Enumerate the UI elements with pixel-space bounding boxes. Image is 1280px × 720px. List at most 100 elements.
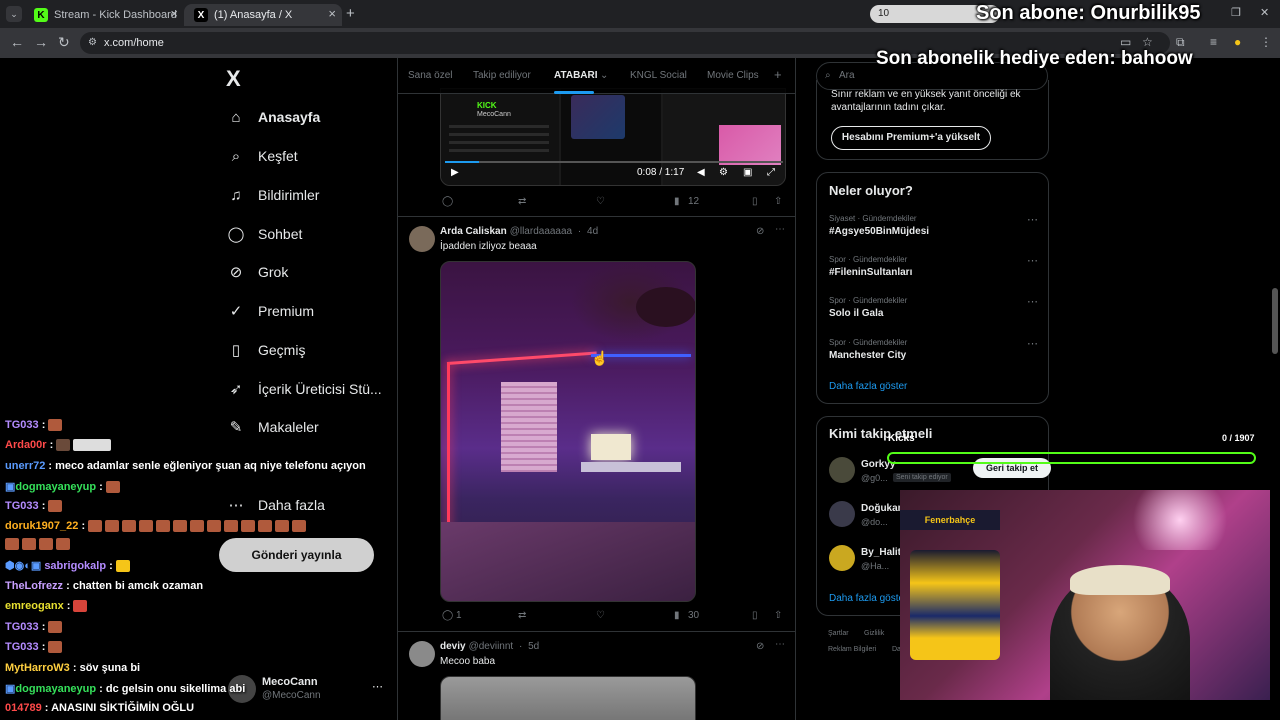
premium-upgrade-button[interactable]: Hesabını Premium+'a yükselt <box>831 126 991 150</box>
scrollbar-thumb[interactable] <box>1272 288 1278 354</box>
tab-x-home[interactable]: X (1) Anasayfa / X × <box>184 4 342 26</box>
cast-icon[interactable]: ▭ <box>1120 35 1131 49</box>
tab-for-you[interactable]: Sana özel <box>408 70 452 81</box>
reply-count: 1 <box>456 610 462 621</box>
video-progress-bar[interactable] <box>445 161 783 163</box>
trend-name[interactable]: #FileninSultanları <box>829 267 912 278</box>
share-icon[interactable]: ⇧ <box>774 196 782 207</box>
back-icon[interactable]: ← <box>10 34 24 50</box>
sidebar-item-notifications[interactable]: ♫ Bildirimler <box>226 180 319 210</box>
volume-icon[interactable]: ◀ <box>697 167 705 178</box>
avatar[interactable] <box>409 641 435 667</box>
suggestion-handle: @do... <box>861 517 888 527</box>
reply-icon[interactable]: ◯ <box>442 196 453 207</box>
emote-icon <box>292 520 307 533</box>
sidebar-item-chat[interactable]: ◯ Sohbet <box>226 219 303 249</box>
retweet-icon[interactable]: ⇄ <box>518 196 526 207</box>
retweet-icon[interactable]: ⇄ <box>518 610 526 621</box>
sidebar-item-grok[interactable]: ⊘ Grok <box>226 257 289 287</box>
tab-search-button[interactable]: ⌄ <box>6 6 22 22</box>
reload-icon[interactable]: ↻ <box>58 34 70 51</box>
more-horizontal-icon[interactable]: ⋯ <box>1027 254 1038 267</box>
home-icon: ⌂ <box>231 108 241 126</box>
views-icon[interactable]: ▮ <box>674 196 680 207</box>
more-horizontal-icon[interactable]: ⋯ <box>1027 337 1038 350</box>
tab-kick-dashboard[interactable]: K Stream - Kick Dashboard × <box>24 4 184 26</box>
tab-atabari[interactable]: ATABARI <box>554 70 598 81</box>
site-info-icon[interactable]: ⚙ <box>88 32 97 54</box>
play-icon[interactable]: ▶ <box>451 167 459 178</box>
emote-icon <box>22 538 36 551</box>
bookmark-star-icon[interactable]: ☆ <box>1142 35 1153 49</box>
restore-window-icon[interactable]: ❐ <box>1231 6 1241 19</box>
chat-user: MytHarroW3 <box>5 662 70 674</box>
sidebar-item-creator-studio[interactable]: ➶ İçerik Üreticisi Stü... <box>226 374 382 404</box>
emote-icon <box>115 560 130 573</box>
menu-icon[interactable]: ⋮ <box>1260 35 1272 49</box>
avatar[interactable] <box>829 457 855 483</box>
chat-message: ▣dogmayaneyup : <box>5 480 123 494</box>
more-horizontal-icon[interactable]: ⋯ <box>1027 295 1038 308</box>
page-scrollbar[interactable] <box>1270 58 1280 720</box>
share-icon[interactable]: ⇧ <box>774 610 782 621</box>
avatar[interactable] <box>829 545 855 571</box>
reading-list-icon[interactable]: ≡ <box>1210 35 1217 49</box>
footer-link[interactable]: Şartlar <box>828 630 849 637</box>
more-horizontal-icon[interactable]: ⋯ <box>1027 213 1038 226</box>
profile-avatar-icon[interactable]: ● <box>1234 35 1241 49</box>
sidebar-item-home[interactable]: ⌂ Anasayfa <box>226 102 320 132</box>
x-favicon-icon: X <box>194 8 208 22</box>
footer-link[interactable]: Reklam Bilgileri <box>828 646 876 653</box>
like-icon[interactable]: ♡ <box>596 196 605 207</box>
chat-message: TG033 : <box>5 621 65 634</box>
tweet-photo[interactable] <box>440 676 696 720</box>
tweet-author[interactable]: Arda Caliskan @llardaaaaaa · 4d <box>440 226 598 237</box>
badge-icon: ⬢◉◐▣ <box>5 560 42 572</box>
sidebar-item-explore[interactable]: ⌕ Keşfet <box>226 141 298 171</box>
trend-name[interactable]: #Agsye50BinMüjdesi <box>829 226 929 237</box>
like-icon[interactable]: ♡ <box>596 610 605 621</box>
footer-link[interactable]: Gizlilik <box>864 630 884 637</box>
new-tab-button[interactable]: + <box>346 5 355 22</box>
tweet-author[interactable]: deviy @deviinnt · 5d <box>440 641 539 652</box>
chat-text: ANASINI SİKTİĞİMİN OĞLU <box>51 702 195 714</box>
author-handle: @deviinnt <box>468 641 514 652</box>
bookmark-icon[interactable]: ▯ <box>752 196 758 207</box>
bookmark-icon[interactable]: ▯ <box>752 610 758 621</box>
grok-icon[interactable]: ⊘ <box>756 226 764 237</box>
sidebar-item-bookmarks[interactable]: ▯ Geçmiş <box>226 335 306 365</box>
trend-name[interactable]: Solo il Gala <box>829 308 883 319</box>
chevron-down-icon[interactable]: ⌄ <box>600 70 608 81</box>
avatar[interactable] <box>829 501 855 527</box>
views-icon[interactable]: ▮ <box>674 610 680 621</box>
show-more-link[interactable]: Daha fazla göste <box>829 593 904 604</box>
trend-category: Spor · Gündemdekiler <box>829 338 908 347</box>
tab-kngl-social[interactable]: KNGL Social <box>630 70 687 81</box>
avatar[interactable] <box>409 226 435 252</box>
tab-movie-clips[interactable]: Movie Clips <box>707 70 759 81</box>
tab-following[interactable]: Takip ediliyor <box>473 70 531 81</box>
show-more-link[interactable]: Daha fazla göster <box>829 381 907 392</box>
chat-user: doruk1907_22 <box>5 520 79 532</box>
more-horizontal-icon[interactable]: ⋯ <box>775 639 785 650</box>
fullscreen-icon[interactable]: ⤢ <box>767 167 775 178</box>
pip-icon[interactable]: ▣ <box>743 167 752 178</box>
close-window-icon[interactable]: ✕ <box>1260 6 1269 19</box>
sidebar-item-premium[interactable]: ✓ Premium <box>226 296 314 326</box>
reply-icon[interactable]: ◯ <box>442 610 453 621</box>
more-horizontal-icon[interactable]: ⋯ <box>775 224 785 235</box>
close-tab-icon[interactable]: × <box>170 6 178 21</box>
video-player[interactable]: KICK MecoCann ▶ 0:08 / 1:17 ◀ ⚙ ▣ ⤢ <box>440 88 786 186</box>
emote-icon <box>105 481 120 494</box>
settings-icon[interactable]: ⚙ <box>719 167 728 178</box>
sidebar-item-label: İçerik Üreticisi Stü... <box>258 381 382 397</box>
close-tab-icon[interactable]: × <box>328 6 336 21</box>
emote-icon <box>56 439 71 452</box>
emote-icon <box>48 419 63 432</box>
tweet-photo[interactable]: ☝ <box>440 261 696 602</box>
add-tab-icon[interactable]: + <box>774 67 782 82</box>
forward-icon[interactable]: → <box>34 34 48 50</box>
x-logo[interactable]: X <box>226 66 241 92</box>
grok-icon[interactable]: ⊘ <box>756 641 764 652</box>
trend-name[interactable]: Manchester City <box>829 350 906 361</box>
